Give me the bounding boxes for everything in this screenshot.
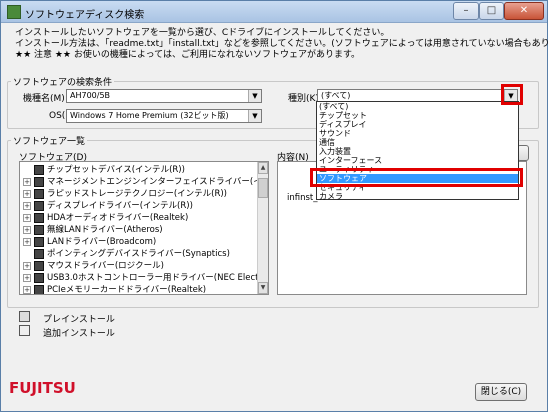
software-list-group-label: ソフトウェア一覧 — [11, 134, 88, 147]
expand-icon[interactable]: + — [23, 214, 31, 222]
instructions: インストールしたいソフトウェアを一覧から選び、Cドライブにインストールしてくださ… — [15, 28, 548, 61]
highlight-dropdown-arrow — [501, 84, 523, 105]
type-label: 種別(K) — [288, 94, 319, 104]
expand-icon[interactable]: + — [23, 286, 31, 294]
type-option[interactable]: カメラ — [319, 192, 343, 201]
tree-scrollbar[interactable]: ▲ ▼ — [257, 162, 268, 294]
search-conditions-label: ソフトウェアの検索条件 — [11, 75, 115, 88]
model-select[interactable]: AH700/5B ▼ — [66, 89, 262, 103]
chevron-down-icon[interactable]: ▼ — [248, 90, 261, 102]
minimize-button[interactable]: – — [453, 2, 479, 20]
tree-item[interactable]: ポインティングデバイスドライバー(Synaptics) — [20, 248, 258, 260]
instruction-line-1: インストールしたいソフトウェアを一覧から選び、Cドライブにインストールしてくださ… — [15, 28, 390, 38]
title-bar: ソフトウェアディスク検索 – □ ✕ — [1, 1, 547, 23]
scroll-down-icon[interactable]: ▼ — [258, 282, 268, 294]
driver-icon — [34, 165, 44, 175]
model-label: 機種名(M) — [23, 94, 65, 104]
model-value: AH700/5B — [70, 91, 111, 100]
addinstall-legend: 追加インストール — [43, 329, 115, 339]
tree-item[interactable]: + ラピッドストレージテクノロジー(インテル(R)) — [20, 188, 258, 200]
type-option[interactable]: (すべて) — [319, 102, 348, 111]
window-title: ソフトウェアディスク検索 — [25, 10, 145, 21]
chevron-down-icon[interactable]: ▼ — [248, 110, 261, 122]
search-dialog-window: ソフトウェアディスク検索 – □ ✕ インストールしたいソフトウェアを一覧から選… — [0, 0, 548, 412]
software-tree[interactable]: チップセットデバイス(インテル(R)) + マネージメントエンジンインターフェイス… — [19, 161, 269, 295]
driver-icon — [34, 261, 44, 271]
tree-item[interactable]: + マネージメントエンジンインターフェイスドライバー(インテル — [20, 176, 268, 188]
type-option[interactable]: ディスプレイ — [319, 120, 366, 129]
expand-icon[interactable]: + — [23, 190, 31, 198]
instruction-warning: ★★ 注意 ★★ お使いの機種によっては、ご利用になれないソフトウェアがあります… — [15, 50, 361, 60]
driver-icon — [34, 189, 44, 199]
driver-icon — [34, 225, 44, 235]
tree-item[interactable]: + 無線LANドライバー(Atheros) — [20, 224, 258, 236]
type-option[interactable]: 通信 — [319, 138, 335, 147]
driver-icon — [34, 213, 44, 223]
close-window-button[interactable]: ✕ — [504, 2, 544, 20]
preinstall-icon — [19, 311, 30, 322]
type-option[interactable]: インターフェース — [319, 156, 382, 165]
type-option[interactable]: チップセット — [319, 111, 367, 120]
scroll-thumb[interactable] — [258, 178, 268, 198]
maximize-button[interactable]: □ — [479, 2, 504, 20]
expand-icon[interactable]: + — [23, 274, 31, 282]
tree-item[interactable]: + HDAオーディオドライバー(Realtek) — [20, 212, 258, 224]
expand-icon[interactable]: + — [23, 202, 31, 210]
driver-icon — [34, 285, 44, 294]
fujitsu-logo: FUJITSU — [9, 379, 76, 397]
driver-icon — [34, 273, 44, 283]
tree-item[interactable]: + USB3.0ホストコントローラー用ドライバー(NEC Electronic — [20, 272, 268, 284]
tree-item[interactable]: + PCIeメモリーカードドライバー(Realtek) — [20, 284, 258, 294]
expand-icon[interactable]: + — [23, 238, 31, 246]
addinstall-icon — [19, 325, 30, 336]
type-option[interactable]: サウンド — [319, 129, 351, 138]
scroll-up-icon[interactable]: ▲ — [258, 162, 268, 174]
driver-icon — [34, 177, 44, 187]
type-value: (すべて) — [321, 91, 351, 100]
close-button[interactable]: 閉じる(C) — [475, 383, 527, 401]
tree-item[interactable]: + ディスプレイドライバー(インテル(R)) — [20, 200, 258, 212]
tree-item[interactable]: チップセットデバイス(インテル(R)) — [20, 164, 258, 176]
os-select[interactable]: Windows 7 Home Premium (32ビット版) ▼ — [66, 109, 262, 123]
type-option[interactable]: 入力装置 — [319, 147, 351, 156]
tree-item[interactable]: + マウスドライバー(ロジクール) — [20, 260, 258, 272]
highlight-software-option — [310, 168, 523, 187]
expand-icon[interactable]: + — [23, 178, 31, 186]
os-value: Windows 7 Home Premium (32ビット版) — [70, 111, 229, 120]
driver-icon — [34, 201, 44, 211]
app-icon — [7, 5, 21, 19]
driver-icon — [34, 237, 44, 247]
instruction-line-2: インストール方法は、「readme.txt」「install.txt」などを参照… — [15, 39, 548, 49]
expand-icon[interactable]: + — [23, 226, 31, 234]
preinstall-legend: プレインストール — [43, 315, 115, 325]
tree-item[interactable]: + LANドライバー(Broadcom) — [20, 236, 258, 248]
expand-icon[interactable]: + — [23, 262, 31, 270]
driver-icon — [34, 249, 44, 259]
